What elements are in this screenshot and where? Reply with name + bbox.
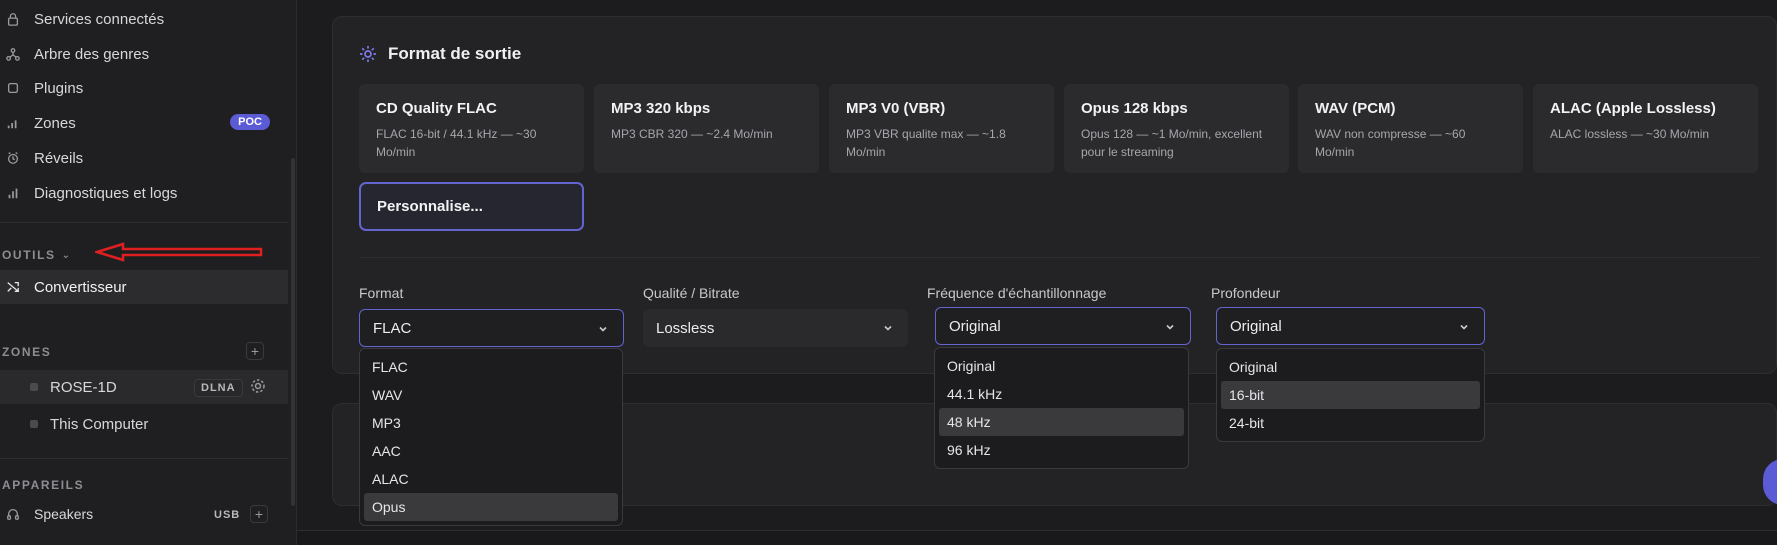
preset-desc: FLAC 16-bit / 44.1 kHz — ~30 Mo/min — [376, 127, 537, 159]
bars-icon — [2, 114, 24, 132]
dlna-chip: DLNA — [194, 379, 243, 397]
format-option[interactable]: AAC — [364, 437, 618, 465]
devices-section-header: APPAREILS — [2, 478, 85, 492]
sidebar-item-alarms[interactable]: Réveils — [0, 141, 290, 175]
panel-divider — [359, 257, 1759, 258]
preset-desc: ALAC lossless — ~30 Mo/min — [1550, 127, 1710, 141]
format-option[interactable]: WAV — [364, 381, 618, 409]
samplerate-option[interactable]: Original — [939, 352, 1184, 380]
format-select[interactable]: FLAC — [359, 309, 624, 347]
preset-name: MP3 320 kbps — [611, 100, 711, 117]
depth-dropdown: Original 16-bit 24-bit — [1216, 348, 1485, 442]
preset-card-opus-128[interactable]: Opus 128 kbps Opus 128 — ~1 Mo/min, exce… — [1064, 84, 1289, 173]
device-label: Speakers — [34, 506, 94, 522]
preset-card-mp3-v0[interactable]: MP3 V0 (VBR) MP3 VBR qualite max — ~1.8 … — [829, 84, 1054, 173]
depth-option[interactable]: 16-bit — [1221, 381, 1480, 409]
sidebar-item-zones[interactable]: Zones POC — [0, 106, 290, 140]
alarm-clock-icon — [2, 149, 24, 167]
chevron-down-icon — [882, 321, 894, 338]
preset-card-wav[interactable]: WAV (PCM) WAV non compresse — ~60 Mo/min — [1298, 84, 1523, 173]
custom-preset-button[interactable]: Personnalise... — [359, 182, 584, 231]
preset-name: CD Quality FLAC — [376, 100, 497, 117]
sidebar-item-diagnostics[interactable]: Diagnostiques et logs — [0, 176, 290, 210]
quality-label: Qualité / Bitrate — [643, 285, 740, 301]
sidebar-divider — [0, 222, 288, 223]
usb-chip: USB — [214, 509, 241, 521]
zones-section-header: ZONES — [2, 345, 52, 359]
depth-option[interactable]: Original — [1221, 353, 1480, 381]
format-option[interactable]: ALAC — [364, 465, 618, 493]
format-label: Format — [359, 285, 404, 301]
preset-card-mp3-320[interactable]: MP3 320 kbps MP3 CBR 320 — ~2.4 Mo/min — [594, 84, 819, 173]
zone-status-dot — [30, 420, 38, 428]
chevron-down-icon: ⌄ — [61, 249, 72, 261]
samplerate-option[interactable]: 96 kHz — [939, 436, 1184, 464]
format-option[interactable]: Opus — [364, 493, 618, 521]
red-arrow-annotation — [95, 242, 263, 262]
preset-desc: WAV non compresse — ~60 Mo/min — [1315, 127, 1466, 159]
sidebar-item-label: Zones — [34, 114, 76, 132]
format-option[interactable]: FLAC — [364, 353, 618, 381]
zone-status-dot — [30, 383, 38, 391]
preset-name: MP3 V0 (VBR) — [846, 100, 946, 117]
headphones-icon — [2, 505, 24, 523]
depth-option[interactable]: 24-bit — [1221, 409, 1480, 437]
sidebar-item-plugins[interactable]: Plugins — [0, 71, 290, 105]
depth-select[interactable]: Original — [1216, 307, 1485, 345]
sidebar-scrollbar[interactable] — [291, 158, 295, 506]
sidebar-item-label: Plugins — [34, 79, 84, 97]
samplerate-select[interactable]: Original — [935, 307, 1191, 345]
chevron-down-icon — [1458, 320, 1470, 337]
depth-label: Profondeur — [1211, 285, 1281, 301]
preset-desc: Opus 128 — ~1 Mo/min, excellent pour le … — [1081, 127, 1263, 159]
sidebar-item-genre-tree[interactable]: Arbre des genres — [0, 37, 290, 71]
zone-label: ROSE-1D — [50, 378, 117, 396]
sidebar-item-label: Convertisseur — [34, 278, 127, 296]
panel-title: Format de sortie — [358, 44, 521, 64]
preset-card-alac[interactable]: ALAC (Apple Lossless) ALAC lossless — ~3… — [1533, 84, 1758, 173]
poc-badge: POC — [230, 114, 270, 130]
tree-icon — [2, 45, 24, 63]
shuffle-icon — [2, 278, 24, 296]
format-option[interactable]: MP3 — [364, 409, 618, 437]
preset-desc: MP3 VBR qualite max — ~1.8 Mo/min — [846, 127, 1006, 159]
zone-label: This Computer — [50, 415, 149, 433]
sidebar-item-label: Services connectés — [34, 10, 165, 28]
preset-name: Opus 128 kbps — [1081, 100, 1188, 117]
sidebar-item-converter[interactable]: Convertisseur — [0, 270, 290, 304]
preset-desc: MP3 CBR 320 — ~2.4 Mo/min — [611, 127, 773, 141]
chevron-down-icon — [1164, 320, 1176, 337]
device-item-speakers[interactable]: Speakers — [0, 497, 290, 531]
plugin-icon — [2, 79, 24, 97]
add-zone-button[interactable]: + — [246, 342, 264, 360]
sidebar-item-label: Diagnostiques et logs — [34, 184, 178, 202]
gear-icon[interactable] — [250, 378, 266, 399]
settings-gear-icon — [360, 46, 376, 62]
sidebar-item-label: Réveils — [34, 149, 84, 167]
bottom-bar — [297, 530, 1777, 545]
samplerate-label: Fréquence d'échantillonnage — [927, 285, 1107, 301]
add-device-button[interactable]: + — [250, 505, 268, 523]
sidebar-item-label: Arbre des genres — [34, 45, 150, 63]
chevron-down-icon — [597, 322, 609, 339]
preset-name: ALAC (Apple Lossless) — [1550, 100, 1716, 117]
sidebar-divider — [0, 458, 288, 459]
preset-name: WAV (PCM) — [1315, 100, 1396, 117]
zone-item-rose-1d[interactable]: ROSE-1D — [0, 370, 288, 404]
format-dropdown: FLAC WAV MP3 AAC ALAC Opus — [359, 348, 623, 526]
quality-select[interactable]: Lossless — [643, 309, 908, 347]
samplerate-dropdown: Original 44.1 kHz 48 kHz 96 kHz — [934, 347, 1189, 469]
sidebar-item-connected-services[interactable]: Services connectés — [0, 2, 290, 36]
samplerate-option[interactable]: 44.1 kHz — [939, 380, 1184, 408]
sidebar: Services connectés Arbre des genres Plug… — [0, 0, 297, 545]
preset-card-cd-flac[interactable]: CD Quality FLAC FLAC 16-bit / 44.1 kHz —… — [359, 84, 584, 173]
zone-item-this-computer[interactable]: This Computer — [0, 407, 288, 441]
lock-icon — [2, 10, 24, 28]
tools-section-header[interactable]: OUTILS ⌄ — [2, 248, 72, 262]
samplerate-option[interactable]: 48 kHz — [939, 408, 1184, 436]
chart-icon — [2, 184, 24, 202]
